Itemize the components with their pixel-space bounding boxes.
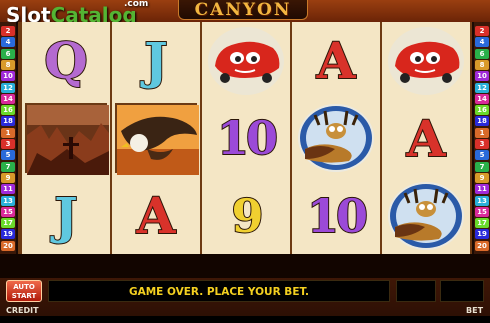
payline-right-4: 4 bbox=[475, 37, 489, 48]
reel-5-symbol-2: A bbox=[382, 100, 470, 177]
payline-left-17: 17 bbox=[1, 218, 15, 229]
payline-right-1: 1 bbox=[475, 127, 489, 138]
autostart-label-1: AUTO bbox=[13, 283, 35, 291]
payline-right-9: 9 bbox=[475, 172, 489, 183]
payline-left-18: 18 bbox=[1, 116, 15, 127]
payline-left-13: 13 bbox=[1, 195, 15, 206]
title-plate: CANYON bbox=[178, 0, 308, 20]
payline-left-3: 3 bbox=[1, 139, 15, 149]
payline-left-20: 20 bbox=[1, 240, 15, 251]
payline-right-16: 16 bbox=[475, 105, 489, 116]
payline-right-18: 18 bbox=[475, 116, 489, 127]
eagle-icon bbox=[115, 103, 199, 175]
reel-2-symbol-3: A bbox=[112, 177, 200, 254]
bet-minus-button[interactable] bbox=[396, 280, 436, 302]
payline-right-17: 17 bbox=[475, 218, 489, 229]
bet-label: BET bbox=[466, 306, 484, 315]
payline-left-9: 9 bbox=[1, 172, 15, 183]
reel-2: JA bbox=[112, 22, 200, 254]
reel-3-symbol-2: 10 bbox=[202, 100, 290, 177]
payline-left-12: 12 bbox=[1, 82, 15, 93]
reels-area: QJ JA 10 9 A 10 A bbox=[18, 22, 472, 254]
reel-3: 10 9 bbox=[202, 22, 290, 254]
reel-5-symbol-1 bbox=[382, 22, 470, 99]
payline-indicators-left: 2 4 6 8 10 12 14 16 18 1 3 5 7 9 11 13 15 17 19 20 bbox=[0, 22, 16, 254]
reel-1-symbol-2 bbox=[22, 100, 110, 177]
payline-right-14: 14 bbox=[475, 93, 489, 104]
reel-5: A bbox=[382, 22, 470, 254]
symbol-10: 10 bbox=[216, 110, 279, 166]
payline-left-5: 5 bbox=[1, 150, 15, 161]
symbol-J: J bbox=[143, 30, 169, 91]
symbol-A: A bbox=[136, 185, 177, 246]
payline-right-12: 12 bbox=[475, 82, 489, 93]
symbol-9: 9 bbox=[230, 188, 264, 244]
payline-left-6: 6 bbox=[1, 48, 15, 59]
reel-1: QJ bbox=[22, 22, 110, 254]
payline-right-7: 7 bbox=[475, 161, 489, 172]
payline-right-19: 19 bbox=[475, 229, 489, 240]
payline-right-10: 10 bbox=[475, 71, 489, 82]
credit-label: CREDIT bbox=[6, 306, 39, 315]
payline-left-7: 7 bbox=[1, 161, 15, 172]
reel-1-symbol-3: J bbox=[22, 177, 110, 254]
red-car-icon bbox=[387, 26, 465, 96]
payline-left-10: 10 bbox=[1, 71, 15, 82]
payline-left-16: 16 bbox=[1, 105, 15, 116]
status-message: GAME OVER. PLACE YOUR BET. bbox=[128, 286, 310, 298]
reel-4-symbol-1: A bbox=[292, 22, 380, 99]
payline-right-11: 11 bbox=[475, 184, 489, 195]
reel-4: A 10 bbox=[292, 22, 380, 254]
payline-right-20: 20 bbox=[475, 240, 489, 251]
payline-left-8: 8 bbox=[1, 59, 15, 70]
payline-left-11: 11 bbox=[1, 184, 15, 195]
symbol-J: J bbox=[53, 185, 79, 246]
credit-display bbox=[0, 316, 490, 323]
moose-icon bbox=[297, 103, 375, 173]
bottom-strip bbox=[0, 254, 490, 278]
reel-4-symbol-2 bbox=[292, 100, 380, 177]
payline-indicators-right: 2 4 6 8 10 12 14 16 18 1 3 5 7 9 11 13 15 17 19 20 bbox=[474, 22, 490, 254]
moose-icon bbox=[387, 181, 465, 251]
payline-left-4: 4 bbox=[1, 37, 15, 48]
red-car-icon bbox=[207, 26, 285, 96]
payline-right-3: 3 bbox=[475, 139, 489, 149]
symbol-Q: Q bbox=[43, 30, 89, 91]
symbol-10: 10 bbox=[306, 188, 369, 244]
autostart-button[interactable]: AUTO START bbox=[6, 280, 42, 302]
brand-suffix: .com bbox=[124, 0, 149, 9]
bet-plus-button[interactable] bbox=[440, 280, 484, 302]
reel-2-symbol-1: J bbox=[112, 22, 200, 99]
symbol-A: A bbox=[316, 30, 357, 91]
reel-4-symbol-3: 10 bbox=[292, 177, 380, 254]
reel-3-symbol-3: 9 bbox=[202, 177, 290, 254]
payline-right-13: 13 bbox=[475, 195, 489, 206]
reel-1-symbol-1: Q bbox=[22, 22, 110, 99]
payline-right-5: 5 bbox=[475, 150, 489, 161]
payline-left-15: 15 bbox=[1, 206, 15, 217]
reel-3-symbol-1 bbox=[202, 22, 290, 99]
symbol-A: A bbox=[406, 108, 447, 169]
payline-right-15: 15 bbox=[475, 206, 489, 217]
payline-right-6: 6 bbox=[475, 48, 489, 59]
message-display: GAME OVER. PLACE YOUR BET. bbox=[48, 280, 390, 302]
canyon-scene-icon bbox=[25, 103, 109, 175]
autostart-label-2: START bbox=[11, 292, 37, 300]
reel-5-symbol-3 bbox=[382, 177, 470, 254]
payline-left-14: 14 bbox=[1, 93, 15, 104]
payline-left-19: 19 bbox=[1, 229, 15, 240]
payline-right-8: 8 bbox=[475, 59, 489, 70]
game-title: CANYON bbox=[194, 0, 292, 20]
reel-2-symbol-2 bbox=[112, 100, 200, 177]
payline-left-2: 2 bbox=[1, 26, 15, 36]
payline-left-1: 1 bbox=[1, 127, 15, 138]
payline-right-2: 2 bbox=[475, 26, 489, 36]
control-panel: AUTO START GAME OVER. PLACE YOUR BET. CR… bbox=[0, 254, 490, 323]
